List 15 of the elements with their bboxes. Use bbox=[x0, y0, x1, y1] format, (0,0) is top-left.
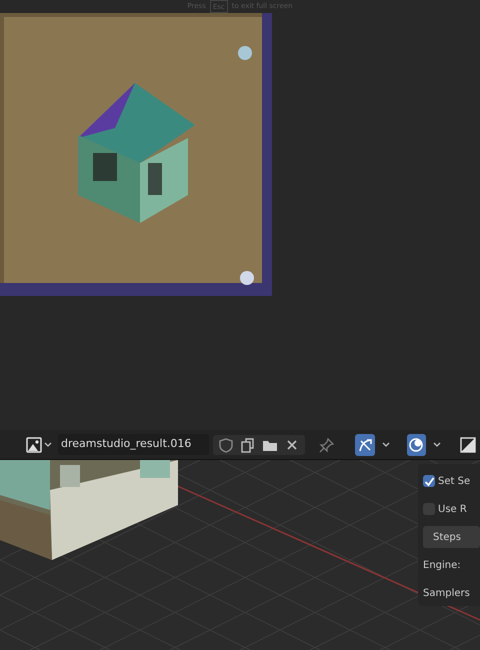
checkbox-label: Use R bbox=[438, 502, 467, 516]
image-name-field[interactable]: dreamstudio_result.016 bbox=[58, 434, 209, 455]
field-label: Samplers bbox=[423, 586, 470, 600]
steps-button[interactable]: Steps bbox=[423, 526, 480, 548]
duplicate-icon bbox=[240, 436, 256, 452]
shading-toggle[interactable] bbox=[406, 434, 426, 456]
shading-icon bbox=[408, 436, 424, 452]
fake-user-shield-icon bbox=[218, 436, 234, 452]
image-browse-button[interactable] bbox=[24, 436, 54, 452]
overlay-icon bbox=[356, 436, 373, 452]
checkbox[interactable] bbox=[423, 475, 435, 487]
pin-button[interactable] bbox=[317, 436, 337, 452]
overlay-toggle[interactable] bbox=[355, 434, 374, 456]
field-label: Engine: bbox=[423, 558, 461, 572]
checkbox-label: Set Se bbox=[438, 474, 470, 488]
